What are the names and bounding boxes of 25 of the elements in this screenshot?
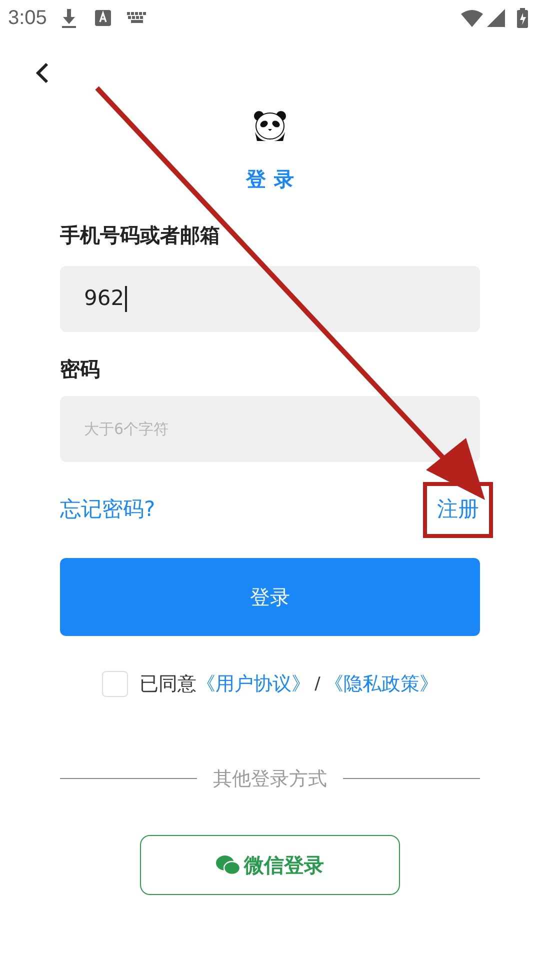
- user-agreement-link[interactable]: 《用户协议》: [196, 670, 311, 698]
- password-input-field[interactable]: 大于6个字符: [60, 396, 480, 462]
- login-button[interactable]: 登录: [60, 558, 480, 636]
- battery-icon: [517, 8, 528, 28]
- other-login-methods-text: 其他登录方式: [213, 766, 327, 792]
- field-label: 手机号码或者邮箱: [60, 222, 221, 249]
- forgot-password-link[interactable]: 忘记密码?: [60, 494, 156, 526]
- wifi-icon: [461, 9, 483, 27]
- panda-logo-icon: [253, 110, 287, 142]
- separator-text: /: [314, 672, 320, 696]
- agree-checkbox[interactable]: [102, 671, 128, 698]
- wechat-login-button[interactable]: 微信登录: [140, 835, 400, 895]
- register-link[interactable]: 注册: [437, 497, 479, 522]
- status-time: 3:05: [8, 6, 47, 31]
- field-label: 密码: [60, 356, 101, 383]
- back-icon[interactable]: [34, 62, 50, 84]
- page-title: 登录: [244, 166, 302, 193]
- agreement-text: 已同意: [140, 672, 197, 697]
- signal-icon: [487, 9, 505, 27]
- chat-bubbles-icon: [216, 855, 240, 875]
- text-input-icon: [94, 10, 111, 26]
- keyboard-icon: [126, 12, 147, 24]
- download-icon: [60, 8, 77, 28]
- account-input-field[interactable]: 962: [60, 266, 480, 332]
- privacy-policy-link[interactable]: 《隐私政策》: [324, 670, 438, 698]
